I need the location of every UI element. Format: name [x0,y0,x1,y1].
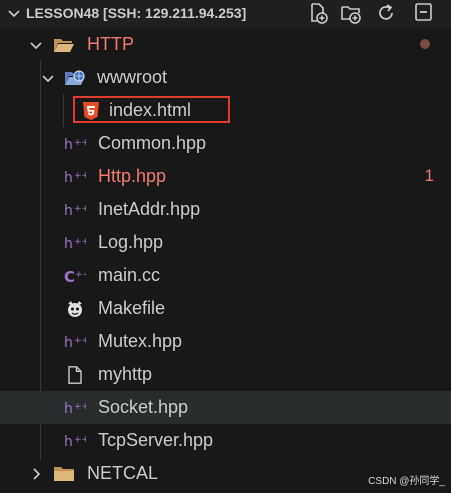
file-makefile[interactable]: Makefile [0,292,451,325]
folder-label: wwwroot [97,67,168,87]
file-label: Mutex.hpp [98,331,183,351]
modified-dot [420,39,430,49]
cpp-header-icon: h ++ [64,401,86,417]
file-http-hpp[interactable]: h ++ Http.hpp 1 [0,160,451,193]
file-socket-hpp[interactable]: h ++ Socket.hpp [0,391,451,424]
svg-text:h: h [64,335,73,351]
file-tree: HTTP wwwroot index.html h ++ Common.hpp [0,28,451,493]
svg-text:++: ++ [74,435,86,445]
cpp-header-icon: h ++ [64,236,86,252]
file-common-hpp[interactable]: h ++ Common.hpp [0,127,451,160]
svg-text:++: ++ [74,138,86,148]
svg-text:h: h [64,434,73,450]
cpp-header-icon: h ++ [64,137,86,153]
file-tcpserver-hpp[interactable]: h ++ TcpServer.hpp [0,424,451,457]
new-file-icon[interactable] [307,2,329,24]
makefile-icon [68,301,82,317]
folder-label: HTTP [87,34,134,54]
svg-text:++: ++ [74,204,86,214]
file-icon [68,366,82,384]
file-label: Makefile [98,298,166,318]
svg-text:h: h [64,203,73,219]
file-mutex-hpp[interactable]: h ++ Mutex.hpp [0,325,451,358]
workspace-title[interactable]: LESSON48 [SSH: 129.211.94.253] [26,5,246,21]
svg-text:++: ++ [74,402,86,412]
explorer-header: LESSON48 [SSH: 129.211.94.253] [0,0,451,28]
chevron-down-icon [30,42,42,50]
refresh-icon[interactable] [375,2,397,24]
svg-text:h: h [64,236,73,252]
svg-text:++: ++ [74,171,86,181]
svg-text:h: h [64,170,73,186]
svg-text:++: ++ [75,270,86,280]
chevron-down-icon[interactable] [6,5,22,21]
file-label: Common.hpp [98,133,207,153]
folder-open-icon [54,39,74,52]
folder-http[interactable]: HTTP [0,28,451,61]
file-label: TcpServer.hpp [98,430,214,450]
file-label: InetAddr.hpp [98,199,201,219]
file-myhttp[interactable]: myhttp [0,358,451,391]
cpp-source-icon: C ++ [64,268,86,285]
svg-text:++: ++ [74,237,86,247]
file-inetaddr-hpp[interactable]: h ++ InetAddr.hpp [0,193,451,226]
file-label: myhttp [98,364,153,384]
collapse-all-icon[interactable] [413,2,435,24]
cpp-header-icon: h ++ [64,434,86,450]
file-label: Socket.hpp [98,397,189,417]
svg-text:h: h [64,137,73,153]
file-label: main.cc [98,265,161,285]
chevron-right-icon [33,468,41,480]
file-log-hpp[interactable]: h ++ Log.hpp [0,226,451,259]
folder-label: NETCAL [87,463,159,483]
file-index-html[interactable]: index.html [0,94,451,127]
watermark: CSDN @孙同学_ [368,476,445,487]
svg-text:h: h [64,401,73,417]
file-label: Log.hpp [98,232,164,252]
cpp-header-icon: h ++ [64,170,86,186]
highlight-box [73,96,230,123]
cpp-header-icon: h ++ [64,203,86,219]
web-folder-icon [65,70,85,85]
svg-text:C: C [64,268,75,285]
folder-closed-icon [54,467,74,481]
svg-text:++: ++ [74,336,86,346]
new-folder-icon[interactable] [340,2,362,24]
chevron-down-icon [42,75,54,83]
folder-wwwroot[interactable]: wwwroot [0,61,451,94]
cpp-header-icon: h ++ [64,335,86,351]
file-main-cc[interactable]: C ++ main.cc [0,259,451,292]
problems-count: 1 [424,166,434,185]
file-label: Http.hpp [98,166,167,186]
